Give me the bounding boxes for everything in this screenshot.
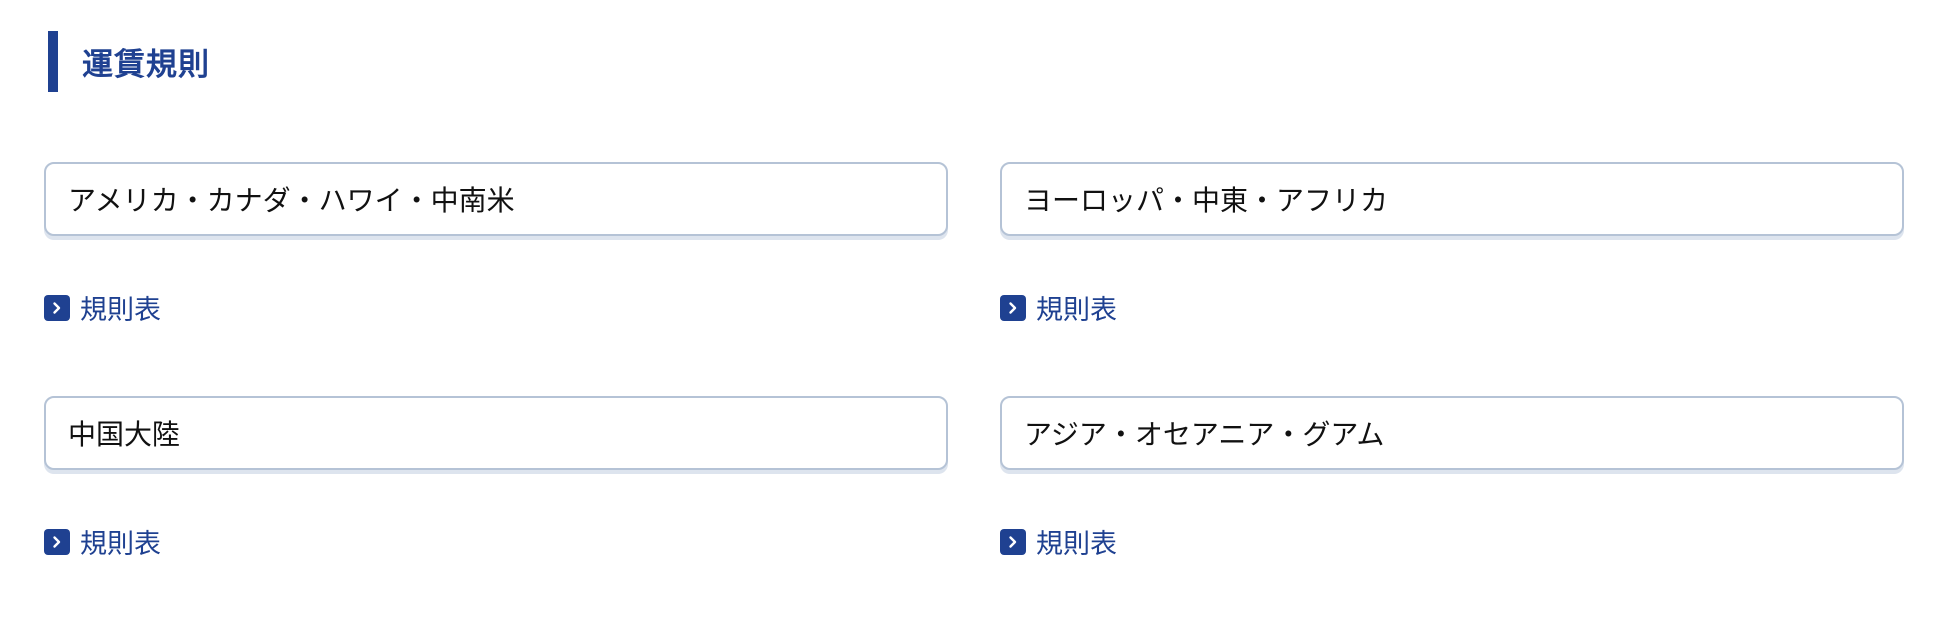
section-heading: 運賃規則 <box>48 31 210 92</box>
chevron-right-icon <box>1000 528 1026 555</box>
rule-table-link-asia-oceania[interactable]: 規則表 <box>1000 522 1117 561</box>
rule-table-link-americas[interactable]: 規則表 <box>44 288 161 327</box>
region-name: ヨーロッパ・中東・アフリカ <box>1024 184 1389 217</box>
region-name: アメリカ・カナダ・ハワイ・中南米 <box>68 184 515 217</box>
heading-accent-bar <box>48 31 58 92</box>
region-name: アジア・オセアニア・グアム <box>1024 418 1385 451</box>
region-name: 中国大陸 <box>68 418 181 451</box>
region-box-americas: アメリカ・カナダ・ハワイ・中南米 <box>44 162 948 236</box>
rule-table-link-china[interactable]: 規則表 <box>44 522 161 561</box>
rule-table-link-label: 規則表 <box>1036 529 1117 560</box>
chevron-right-icon <box>44 528 70 555</box>
region-box-europe: ヨーロッパ・中東・アフリカ <box>1000 162 1904 236</box>
page-title: 運賃規則 <box>82 47 210 83</box>
rule-table-link-label: 規則表 <box>1036 295 1117 326</box>
fare-rules-page: 運賃規則 アメリカ・カナダ・ハワイ・中南米 規則表 ヨーロッパ・中東・アフリカ … <box>0 0 1940 630</box>
rule-table-link-label: 規則表 <box>80 529 161 560</box>
chevron-right-icon <box>44 294 70 321</box>
chevron-right-icon <box>1000 294 1026 321</box>
rule-table-link-label: 規則表 <box>80 295 161 326</box>
rule-table-link-europe[interactable]: 規則表 <box>1000 288 1117 327</box>
region-box-china: 中国大陸 <box>44 396 948 470</box>
region-box-asia-oceania: アジア・オセアニア・グアム <box>1000 396 1904 470</box>
